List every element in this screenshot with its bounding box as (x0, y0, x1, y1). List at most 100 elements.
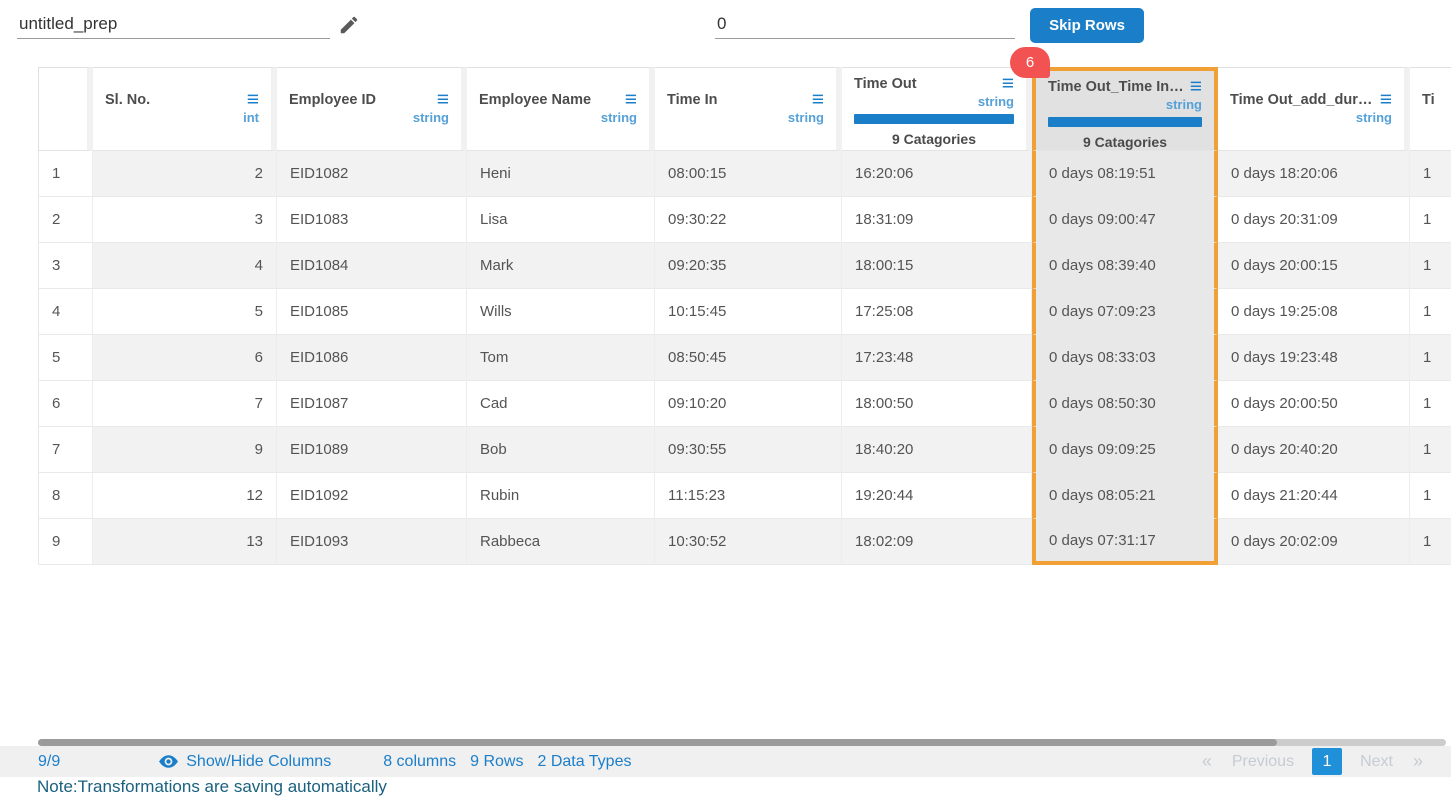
column-header-time-out-time-in[interactable]: Time Out_Time In_...≡string9 Catagories (1032, 67, 1218, 151)
column-label: Time Out (854, 76, 917, 92)
cell-time-in: 11:15:23 (655, 473, 842, 519)
show-hide-columns-button[interactable]: Show/Hide Columns (158, 751, 331, 772)
cell-employee-id: EID1086 (277, 335, 467, 381)
cell-employee-id: EID1092 (277, 473, 467, 519)
column-label: Time In (667, 92, 718, 108)
row-number: 1 (38, 151, 93, 197)
cell-time-out: 19:20:44 (842, 473, 1032, 519)
table-row: 79EID1089Bob09:30:5518:40:200 days 09:09… (38, 427, 1451, 473)
column-header-time-out[interactable]: Time Out ≡ string 9 Catagories (842, 67, 1032, 151)
cell-time-out: 18:31:09 (842, 197, 1032, 243)
column-header-employee-id[interactable]: Employee ID≡string (277, 67, 467, 151)
cell-employee-id: EID1089 (277, 427, 467, 473)
column-categories-label: 9 Catagories (854, 131, 1014, 147)
table-row: 23EID1083Lisa09:30:2218:31:090 days 09:0… (38, 197, 1451, 243)
column-menu-icon[interactable]: ≡ (437, 93, 449, 107)
cell-time-out-time-in: 0 days 07:31:17 (1032, 519, 1218, 565)
table-row: 913EID1093Rabbeca10:30:5218:02:090 days … (38, 519, 1451, 565)
cell-employee-name: Cad (467, 381, 655, 427)
current-page-button[interactable]: 1 (1312, 748, 1342, 775)
skip-rows-button[interactable]: Skip Rows (1030, 8, 1144, 43)
cell-time-out-add-dura: 0 days 21:20:44 (1218, 473, 1410, 519)
column-categories-label: 9 Catagories (1048, 134, 1202, 150)
cell-time-out-add-dura: 0 days 20:31:09 (1218, 197, 1410, 243)
cell-time-out-add-dura: 0 days 19:25:08 (1218, 289, 1410, 335)
cell-time-out-time-in: 0 days 09:09:25 (1032, 427, 1218, 473)
table-row: 812EID1092Rubin11:15:2319:20:440 days 08… (38, 473, 1451, 519)
corner-header (38, 67, 93, 151)
top-toolbar: Skip Rows (0, 0, 1451, 58)
scrollbar-thumb[interactable] (38, 739, 1277, 746)
cell-ti: 1 (1410, 197, 1451, 243)
column-header-ti[interactable]: Ti (1410, 67, 1451, 151)
first-page-button[interactable]: « (1192, 751, 1222, 772)
pagination: « Previous 1 Next » (1192, 748, 1433, 775)
cell-sl-no: 4 (93, 243, 277, 289)
column-menu-icon[interactable]: ≡ (247, 93, 259, 107)
column-menu-icon[interactable]: ≡ (1190, 80, 1202, 94)
column-header-employee-name[interactable]: Employee Name≡string (467, 67, 655, 151)
column-menu-icon[interactable]: ≡ (1002, 77, 1014, 91)
row-number: 8 (38, 473, 93, 519)
cell-time-in: 10:30:52 (655, 519, 842, 565)
cell-ti: 1 (1410, 427, 1451, 473)
data-table: Sl. No.≡intEmployee ID≡stringEmployee Na… (38, 67, 1451, 565)
cell-time-in: 09:30:55 (655, 427, 842, 473)
cell-time-out-time-in: 0 days 08:50:30 (1032, 381, 1218, 427)
data-types-count: 2 Data Types (537, 753, 631, 771)
column-menu-icon[interactable]: ≡ (812, 93, 824, 107)
row-range-indicator: 9/9 (38, 753, 60, 771)
column-type-label: string (854, 94, 1014, 109)
cell-time-out-time-in: 0 days 08:39:40 (1032, 243, 1218, 289)
column-menu-icon[interactable]: ≡ (625, 93, 637, 107)
column-header-time-out-add-dura[interactable]: Time Out_add_dura...≡string (1218, 67, 1410, 151)
cell-time-out-add-dura: 0 days 20:00:50 (1218, 381, 1410, 427)
cell-employee-id: EID1085 (277, 289, 467, 335)
skip-rows-input[interactable] (715, 10, 1015, 39)
cell-employee-name: Tom (467, 335, 655, 381)
column-label: Employee ID (289, 92, 376, 108)
data-grid: Sl. No.≡intEmployee ID≡stringEmployee Na… (38, 67, 1451, 739)
status-bar: 9/9 Show/Hide Columns 8 columns 9 Rows 2… (0, 746, 1451, 777)
cell-time-out-add-dura: 0 days 18:20:06 (1218, 151, 1410, 197)
cell-time-out-time-in: 0 days 09:00:47 (1032, 197, 1218, 243)
column-menu-icon[interactable]: ≡ (1380, 93, 1392, 107)
cell-employee-id: EID1082 (277, 151, 467, 197)
cell-time-in: 09:20:35 (655, 243, 842, 289)
cell-time-out-time-in: 0 days 07:09:23 (1032, 289, 1218, 335)
cell-time-in: 10:15:45 (655, 289, 842, 335)
row-number: 9 (38, 519, 93, 565)
cell-employee-name: Bob (467, 427, 655, 473)
eye-icon (158, 751, 179, 772)
previous-page-button[interactable]: Previous (1222, 753, 1304, 771)
cell-employee-id: EID1093 (277, 519, 467, 565)
row-number: 5 (38, 335, 93, 381)
cell-ti: 1 (1410, 335, 1451, 381)
table-row: 56EID1086Tom08:50:4517:23:480 days 08:33… (38, 335, 1451, 381)
horizontal-scrollbar[interactable] (38, 739, 1446, 746)
cell-time-out: 17:23:48 (842, 335, 1032, 381)
column-label: Ti (1422, 92, 1435, 108)
column-label: Time Out_Time In_... (1048, 79, 1184, 95)
cell-time-out: 18:00:50 (842, 381, 1032, 427)
cell-employee-id: EID1087 (277, 381, 467, 427)
last-page-button[interactable]: » (1403, 751, 1433, 772)
next-page-button[interactable]: Next (1350, 753, 1403, 771)
transform-count-badge: 6 (1010, 47, 1050, 78)
column-header-time-in[interactable]: Time In≡string (655, 67, 842, 151)
column-distribution-bar (1048, 117, 1202, 127)
column-type-label: int (105, 110, 259, 125)
rows-count: 9 Rows (470, 753, 523, 771)
cell-sl-no: 7 (93, 381, 277, 427)
cell-time-out: 16:20:06 (842, 151, 1032, 197)
edit-pencil-icon[interactable] (338, 14, 360, 36)
cell-employee-name: Rabbeca (467, 519, 655, 565)
table-summary: 8 columns 9 Rows 2 Data Types (383, 753, 645, 771)
cell-sl-no: 3 (93, 197, 277, 243)
column-header-sl-no[interactable]: Sl. No.≡int (93, 67, 277, 151)
cell-sl-no: 2 (93, 151, 277, 197)
cell-ti: 1 (1410, 381, 1451, 427)
prep-name-input[interactable] (17, 10, 330, 39)
row-number: 7 (38, 427, 93, 473)
cell-employee-name: Mark (467, 243, 655, 289)
